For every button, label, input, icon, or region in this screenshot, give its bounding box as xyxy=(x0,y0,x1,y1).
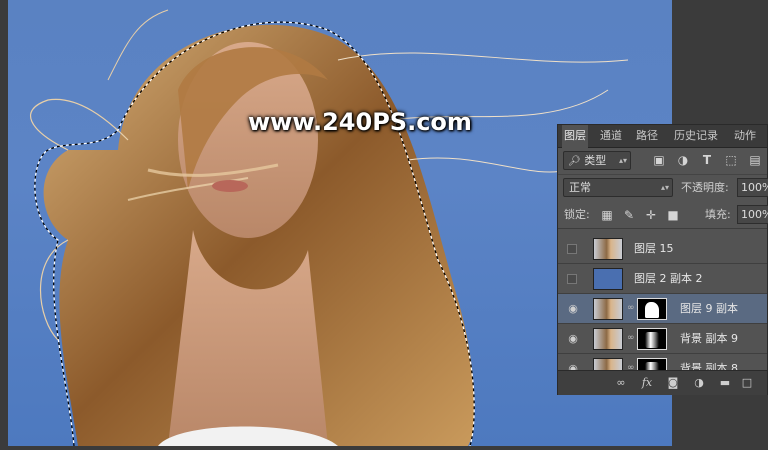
layer-name: 图层 2 副本 2 xyxy=(634,272,703,285)
search-icon: 🔎︎ xyxy=(568,156,581,167)
filter-row: 🔎︎ 类型 ▴▾ ▣ ◑ T ⬚ ▤ xyxy=(558,148,767,175)
visibility-toggle-off[interactable] xyxy=(567,244,577,254)
fill-label: 填充: xyxy=(705,208,731,221)
visibility-toggle-off[interactable] xyxy=(567,274,577,284)
layer-thumbnail xyxy=(593,298,623,320)
layer-row[interactable]: ◉ ∞ 背景 副本 9 xyxy=(558,324,767,354)
blend-mode-select[interactable]: 正常 ▴▾ xyxy=(563,178,673,197)
lock-transparency-icon[interactable]: ▦ xyxy=(600,208,614,222)
fx-icon[interactable]: fx xyxy=(640,376,654,390)
layer-row[interactable]: 图层 15 xyxy=(558,234,767,264)
layers-list: 图层 15 图层 2 副本 2 ◉ ∞ 图层 9 副本 ◉ ∞ 背景 副本 9 xyxy=(558,234,767,370)
watermark-text: www.240PS.com xyxy=(248,108,472,136)
opacity-input[interactable]: 100% xyxy=(737,178,768,197)
panel-bottom-toolbar: ∞ fx ◙ ◑ ▬ □ xyxy=(558,370,767,395)
layer-name: 图层 15 xyxy=(634,242,674,255)
layer-row-selected[interactable]: ◉ ∞ 图层 9 副本 xyxy=(558,294,767,324)
chain-link-icon[interactable]: ∞ xyxy=(627,333,635,343)
layer-thumbnail xyxy=(593,328,623,350)
eye-icon[interactable]: ◉ xyxy=(566,303,580,315)
add-mask-icon[interactable]: ◙ xyxy=(666,376,680,390)
new-group-icon[interactable]: ▬ xyxy=(718,376,732,390)
tab-channels[interactable]: 通道 xyxy=(598,125,624,147)
chain-link-icon[interactable]: ∞ xyxy=(627,303,635,313)
fill-input[interactable]: 100% xyxy=(737,205,768,224)
layer-mask-thumbnail[interactable] xyxy=(637,358,667,370)
chevron-updown-icon: ▴▾ xyxy=(660,183,669,192)
layer-row[interactable]: 图层 2 副本 2 xyxy=(558,264,767,294)
layer-mask-thumbnail[interactable] xyxy=(637,298,667,320)
lock-position-move-icon[interactable]: ✛ xyxy=(644,208,658,222)
chain-link-icon[interactable]: ∞ xyxy=(627,363,635,370)
tab-actions[interactable]: 动作 xyxy=(732,125,758,147)
tab-layers[interactable]: 图层 xyxy=(562,125,588,148)
layer-thumbnail xyxy=(593,268,623,290)
panel-tab-bar: 图层 通道 路径 历史记录 动作 xyxy=(558,125,767,148)
type-filter-icon[interactable]: T xyxy=(699,152,715,168)
layers-panel: 图层 通道 路径 历史记录 动作 🔎︎ 类型 ▴▾ ▣ ◑ T ⬚ ▤ 正常 ▴… xyxy=(557,124,768,395)
filter-kind-label: 类型 xyxy=(584,154,607,167)
opacity-label: 不透明度: xyxy=(681,181,729,194)
adjustment-filter-icon[interactable]: ◑ xyxy=(675,152,691,168)
lock-pixels-brush-icon[interactable]: ✎ xyxy=(622,208,636,222)
eye-icon[interactable]: ◉ xyxy=(566,363,580,371)
lock-label: 锁定: xyxy=(564,208,590,221)
new-layer-icon[interactable]: □ xyxy=(740,376,754,390)
smart-object-filter-icon[interactable]: ▤ xyxy=(747,152,763,168)
image-filter-icon[interactable]: ▣ xyxy=(651,152,667,168)
blend-mode-label: 正常 xyxy=(569,181,591,194)
lock-all-icon[interactable]: ■ xyxy=(666,208,680,222)
layer-name: 背景 副本 9 xyxy=(680,332,738,345)
adjustment-layer-icon[interactable]: ◑ xyxy=(692,376,706,390)
filter-kind-select[interactable]: 🔎︎ 类型 ▴▾ xyxy=(563,151,631,170)
layer-mask-thumbnail[interactable] xyxy=(637,328,667,350)
blend-row: 正常 ▴▾ 不透明度: 100% xyxy=(558,175,768,201)
link-layers-icon[interactable]: ∞ xyxy=(614,376,628,390)
layer-name: 图层 9 副本 xyxy=(680,302,738,315)
shape-filter-icon[interactable]: ⬚ xyxy=(723,152,739,168)
layer-name: 背景 副本 8 xyxy=(680,362,738,370)
layer-thumbnail xyxy=(593,358,623,370)
tab-history[interactable]: 历史记录 xyxy=(672,125,720,147)
layer-row[interactable]: ◉ ∞ 背景 副本 8 xyxy=(558,354,767,370)
layer-thumbnail xyxy=(593,238,623,260)
lock-row: 锁定: ▦ ✎ ✛ ■ 填充: 100% xyxy=(558,202,768,229)
canvas-area[interactable]: www.240PS.com 图层 通道 路径 历史记录 动作 🔎︎ 类型 ▴▾ … xyxy=(0,0,768,450)
chevron-updown-icon: ▴▾ xyxy=(618,156,627,165)
tab-paths[interactable]: 路径 xyxy=(634,125,660,147)
eye-icon[interactable]: ◉ xyxy=(566,333,580,345)
